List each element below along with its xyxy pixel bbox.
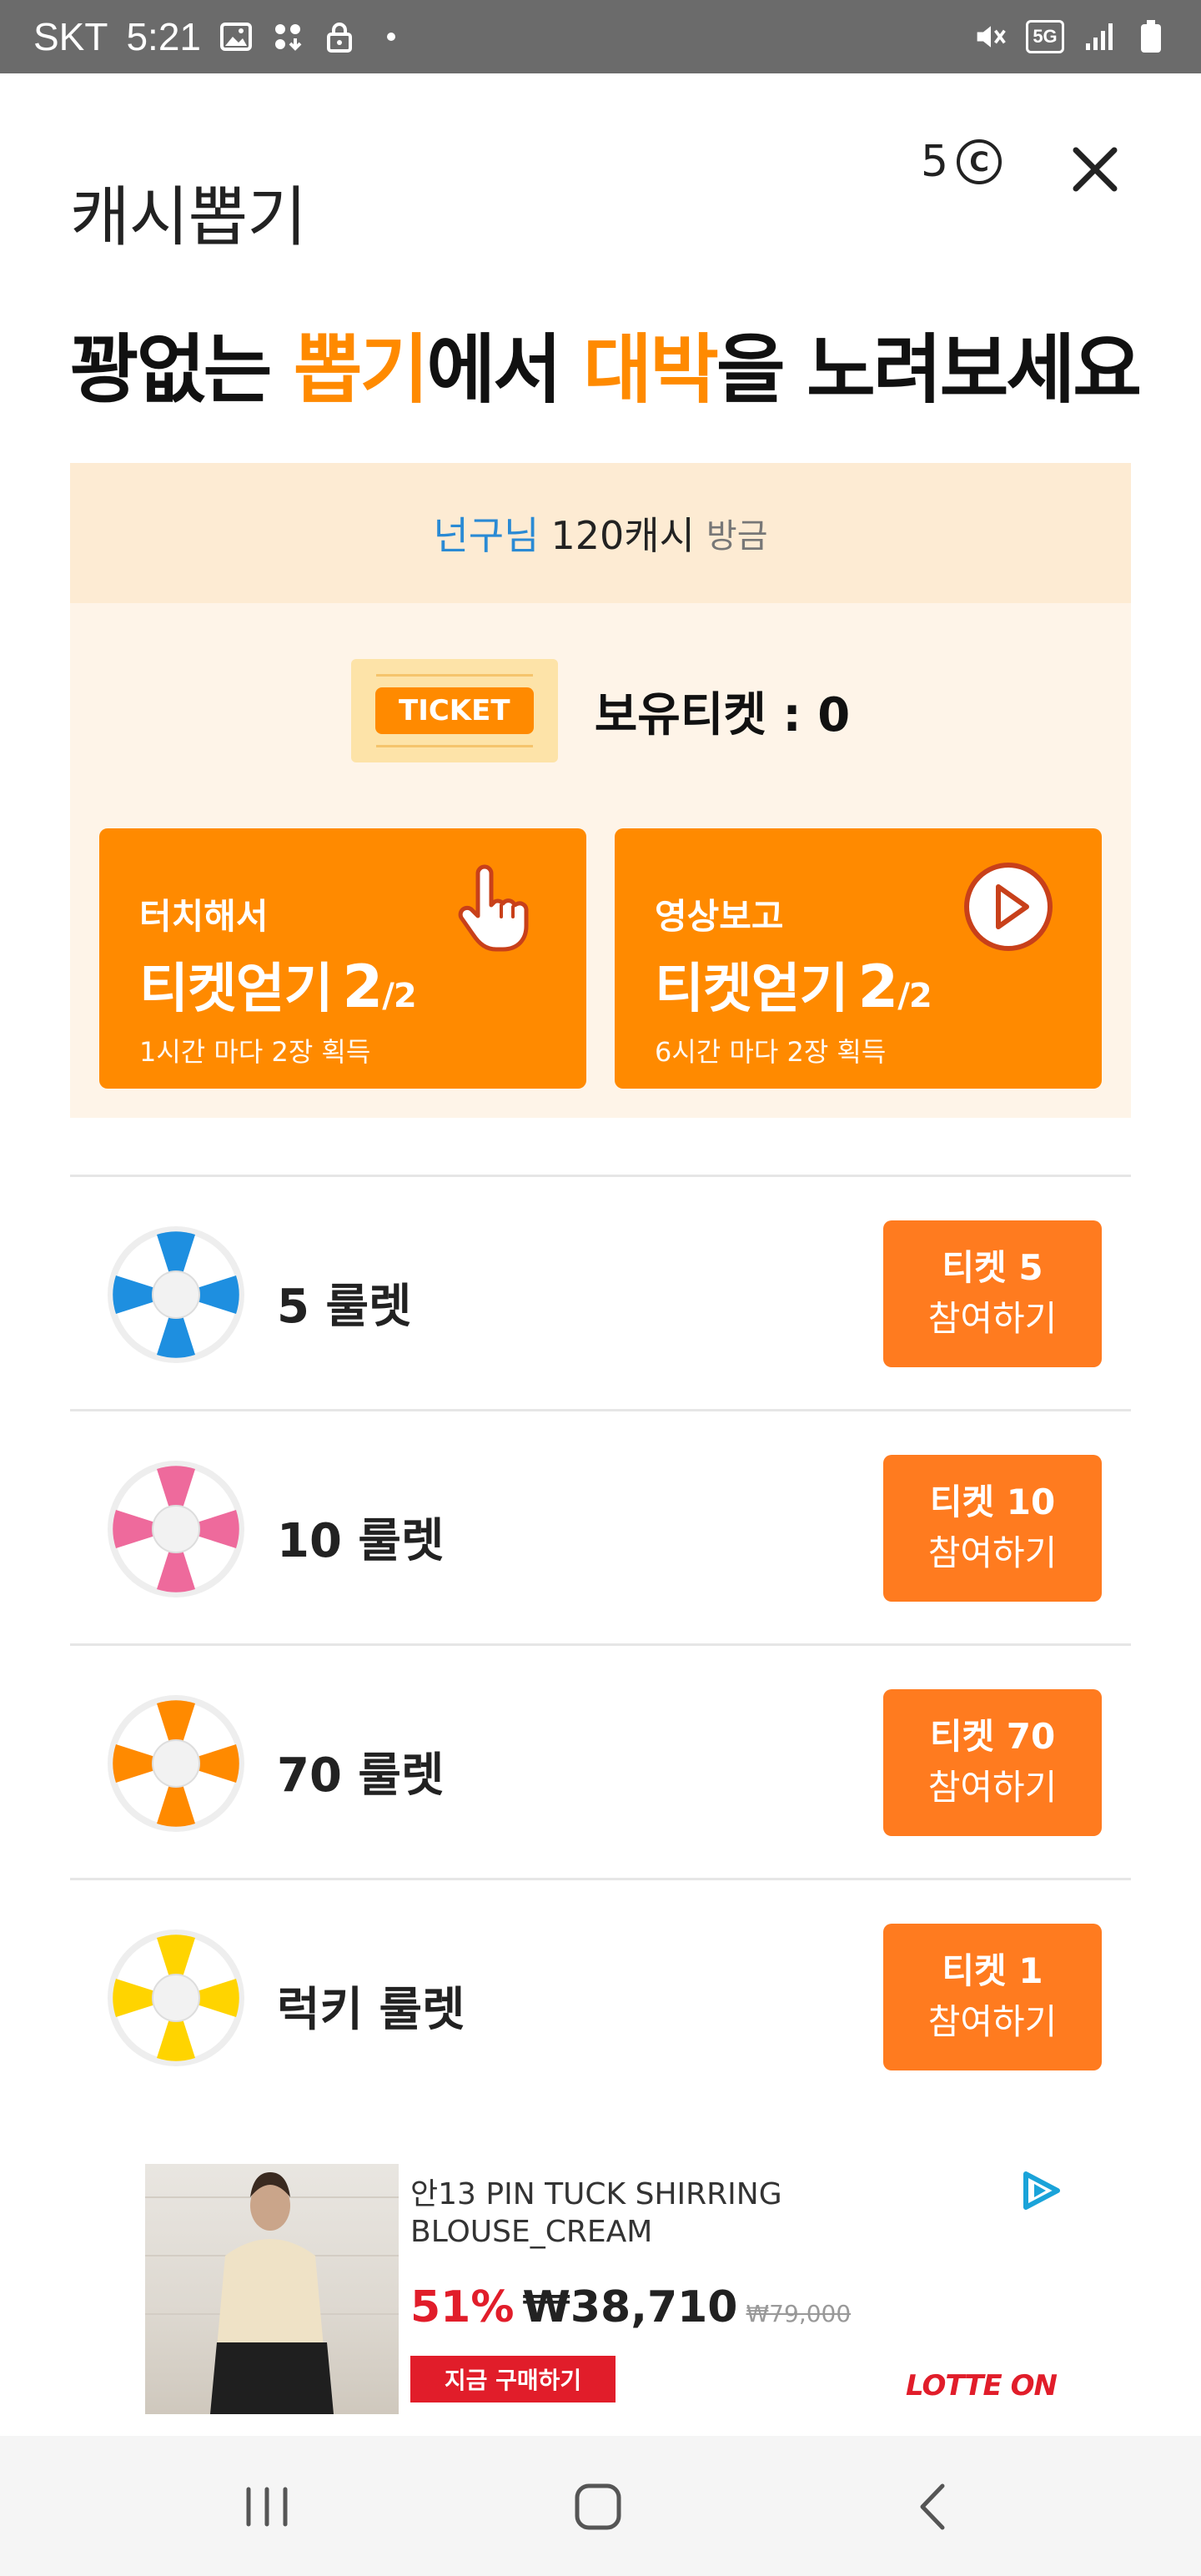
earn-main-label: 티켓얻기 2/2: [139, 946, 546, 1023]
join-roulette-10-button[interactable]: 티켓 10 참여하기: [883, 1455, 1102, 1602]
status-bar: SKT 5:21 5G: [0, 0, 1201, 73]
button-ticket-cost: 티켓 70: [929, 1716, 1056, 1758]
button-ticket-cost: 티켓 10: [929, 1482, 1056, 1523]
roulette-label: 10 룰렛: [277, 1514, 445, 1568]
signal-icon: [1083, 20, 1116, 53]
battery-icon: [1134, 20, 1168, 53]
close-button[interactable]: [1068, 142, 1123, 197]
home-button[interactable]: [564, 2478, 631, 2536]
ticket-icon: TICKET: [350, 659, 558, 762]
button-join-label: 참여하기: [927, 1532, 1058, 1573]
roulette-list: 5 룰렛 티켓 5 참여하기 10 룰렛 티켓 10 참여하기 70 룰렛 티켓…: [70, 1175, 1131, 2112]
apps-notification-icon: [271, 20, 304, 53]
ad-price: 51% ₩38,710 ₩79,000: [410, 2282, 851, 2332]
join-roulette-lucky-button[interactable]: 티켓 1 참여하기: [883, 1924, 1102, 2070]
page-title: 캐시뽑기: [70, 180, 307, 255]
ad-banner[interactable]: 안13 PIN TUCK SHIRRING BLOUSE_CREAM 51% ₩…: [142, 2157, 1060, 2421]
navigation-bar: [0, 2436, 1201, 2576]
ad-discount: 51%: [410, 2282, 515, 2332]
headline-part1: 꽝없는: [70, 326, 294, 414]
earn-count-value: 2: [857, 953, 899, 1021]
earn-count-total: /2: [382, 977, 416, 1015]
ad-choices-icon[interactable]: [1018, 2167, 1064, 2214]
roulette-wheel-yellow-icon: [108, 1929, 244, 2066]
roulette-row-10: 10 룰렛 티켓 10 참여하기: [70, 1409, 1131, 1643]
network-5g-icon: 5G: [1026, 20, 1064, 53]
model-photo-illustration: [145, 2172, 399, 2414]
ad-title: 안13 PIN TUCK SHIRRING BLOUSE_CREAM: [410, 2177, 782, 2249]
button-ticket-cost: 티켓 5: [942, 1247, 1043, 1289]
user-status-bar: 넌구님 120캐시 방금: [70, 463, 1131, 603]
user-cash: 120캐시: [550, 513, 695, 558]
ad-product-image: [145, 2164, 399, 2414]
header: 캐시뽑기 5 C: [0, 73, 1201, 265]
coin-symbol: C: [969, 146, 989, 178]
clock: 5:21: [126, 15, 201, 58]
ad-buy-button[interactable]: 지금 구매하기: [410, 2356, 616, 2402]
roulette-label: 럭키 룰렛: [277, 1983, 465, 2037]
roulette-row-70: 70 룰렛 티켓 70 참여하기: [70, 1643, 1131, 1878]
network-label: 5G: [1033, 26, 1058, 47]
recent-apps-button[interactable]: [234, 2478, 300, 2536]
coin-balance: 5 C: [921, 137, 1003, 187]
join-roulette-5-button[interactable]: 티켓 5 참여하기: [883, 1220, 1102, 1367]
video-earn-ticket-button[interactable]: 영상보고 티켓얻기 2/2 6시간 마다 2장 획득: [615, 828, 1102, 1089]
roulette-row-5: 5 룰렛 티켓 5 참여하기: [70, 1175, 1131, 1409]
headline-part3: 을 노려보세요: [716, 326, 1142, 414]
coin-icon: C: [957, 139, 1003, 184]
earn-main-text: 티켓얻기: [655, 958, 849, 1020]
gallery-icon: [219, 20, 253, 53]
headline-highlight-2: 대박: [583, 326, 719, 414]
button-ticket-cost: 티켓 1: [942, 1950, 1043, 1992]
earn-note: 1시간 마다 2장 획득: [139, 1036, 371, 1068]
earn-main-label: 티켓얻기 2/2: [655, 946, 1062, 1023]
earn-count-total: /2: [897, 977, 932, 1015]
ticket-balance-row: TICKET 보유티켓 : 0: [70, 659, 1131, 762]
back-button[interactable]: [901, 2478, 967, 2536]
play-circle-icon: [964, 863, 1053, 951]
user-time: 방금: [706, 517, 768, 556]
ticket-count: 보유티켓 : 0: [594, 687, 851, 742]
recent-apps-icon: [246, 2487, 288, 2527]
button-join-label: 참여하기: [927, 2001, 1058, 2042]
ad-current-price: ₩38,710: [522, 2282, 738, 2332]
headline-part2: 에서: [426, 326, 584, 414]
hand-pointer-icon: [458, 864, 529, 952]
touch-earn-ticket-button[interactable]: 터치해서 티켓얻기 2/2 1시간 마다 2장 획득: [99, 828, 586, 1089]
earn-note: 6시간 마다 2장 획득: [655, 1036, 887, 1068]
close-icon: [1073, 147, 1118, 192]
earn-count-value: 2: [342, 953, 384, 1021]
headline-highlight-1: 뽑기: [293, 326, 430, 414]
ticket-panel: 넌구님 120캐시 방금 TICKET 보유티켓 : 0 터치해서 티켓얻기 2/…: [70, 463, 1131, 1118]
lock-icon: [323, 20, 356, 53]
earn-main-text: 티켓얻기: [139, 958, 334, 1020]
roulette-wheel-orange-icon: [108, 1695, 244, 1832]
join-roulette-70-button[interactable]: 티켓 70 참여하기: [883, 1689, 1102, 1836]
button-join-label: 참여하기: [927, 1767, 1058, 1808]
home-icon: [575, 2483, 621, 2530]
back-chevron-icon: [920, 2483, 945, 2530]
roulette-row-lucky: 럭키 룰렛 티켓 1 참여하기: [70, 1878, 1131, 2112]
roulette-label: 70 룰렛: [277, 1748, 445, 1803]
roulette-label: 5 룰렛: [277, 1280, 412, 1334]
more-notifications-dot-icon: [374, 20, 408, 53]
carrier-label: SKT: [33, 15, 108, 58]
ad-brand-logo: LOTTE ON: [906, 2369, 1058, 2402]
earn-count: 2/2: [342, 953, 417, 1021]
user-name: 넌구님: [433, 513, 540, 558]
headline: 꽝없는 뽑기에서 대박을 노려보세요: [70, 309, 1142, 417]
ticket-tag: TICKET: [375, 687, 534, 734]
mute-icon: [974, 20, 1008, 53]
roulette-wheel-blue-icon: [108, 1226, 244, 1363]
earn-count: 2/2: [858, 953, 932, 1021]
roulette-wheel-pink-icon: [108, 1461, 244, 1597]
button-join-label: 참여하기: [927, 1298, 1058, 1339]
ad-original-price: ₩79,000: [746, 2300, 852, 2327]
coin-count: 5: [921, 137, 949, 187]
